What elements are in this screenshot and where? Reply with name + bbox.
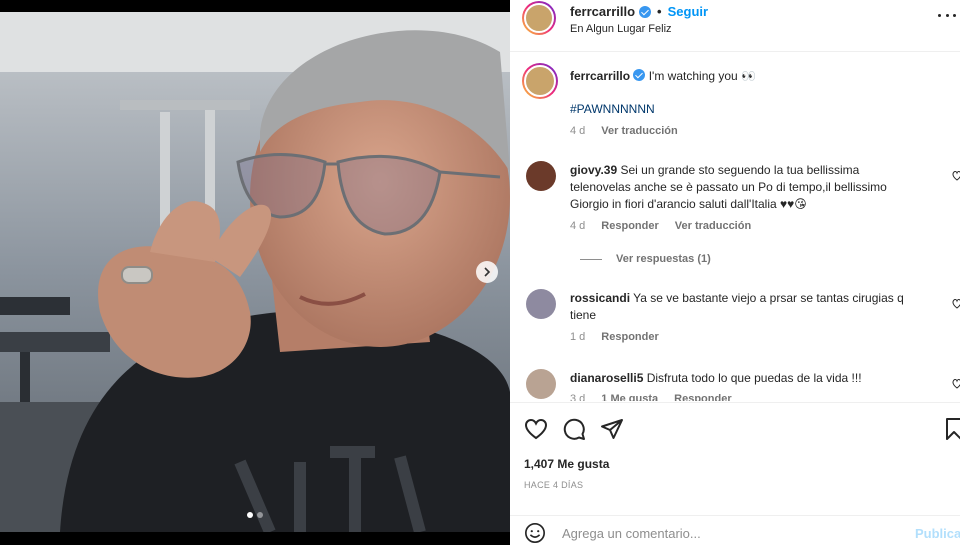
next-slide-button[interactable] [476, 261, 498, 283]
heart-icon[interactable] [524, 417, 548, 441]
smiley-icon[interactable] [524, 522, 546, 544]
comment-time[interactable]: 3 d [570, 393, 585, 401]
comment-text: Disfruta todo lo que puedas de la vida !… [646, 371, 862, 385]
add-comment-bar: Publicar [510, 515, 960, 545]
post-sidebar: ferrcarrillo • Seguir En Algun Lugar Fel… [510, 0, 960, 545]
verified-badge-icon [639, 5, 652, 18]
publish-button[interactable]: Publicar [915, 526, 960, 541]
post-actions [510, 402, 960, 454]
bookmark-icon[interactable] [942, 417, 960, 441]
chevron-right-icon [484, 267, 491, 277]
caption-meta: 4 d Ver traducción [570, 125, 678, 137]
reply-button[interactable]: Responder [674, 393, 731, 401]
comment-username[interactable]: dianaroselli5 [570, 371, 643, 385]
comment-meta: 1 d Responder [570, 331, 659, 343]
caption-hashtag[interactable]: #PAWNNNNNN [570, 101, 930, 118]
comment-icon[interactable] [562, 417, 586, 441]
comment-meta: 3 d 1 Me gusta Responder [570, 393, 732, 401]
post-media [0, 0, 510, 545]
reply-button[interactable]: Responder [601, 220, 658, 232]
caption-avatar[interactable] [522, 63, 558, 99]
post-photo[interactable] [0, 12, 510, 532]
comment-like-icon[interactable] [952, 377, 960, 389]
translate-link[interactable]: Ver traducción [675, 220, 751, 232]
comment-text-row: rossicandi Ya se ve bastante viejo a prs… [570, 290, 920, 324]
carousel-dots [0, 512, 510, 518]
paper-plane-icon[interactable] [600, 417, 624, 441]
comment-meta: 4 d Responder Ver traducción [570, 220, 751, 232]
post-location[interactable]: En Algun Lugar Feliz [570, 23, 672, 35]
comment-likes[interactable]: 1 Me gusta [601, 393, 658, 401]
verified-badge-icon [633, 69, 646, 81]
likes-count[interactable]: 1,407 Me gusta [524, 457, 609, 471]
comment-input[interactable] [562, 523, 892, 543]
post-date[interactable]: HACE 4 DÍAS [524, 480, 583, 490]
commenter-avatar[interactable] [526, 289, 556, 319]
caption-translate-link[interactable]: Ver traducción [601, 125, 677, 137]
comment-time[interactable]: 1 d [570, 331, 585, 343]
more-options-icon[interactable] [938, 8, 956, 22]
author-avatar[interactable] [522, 1, 556, 35]
comment-text: Sei un grande sto seguendo la tua bellis… [570, 163, 887, 211]
caption-text: I'm watching you 👀 [648, 69, 756, 83]
comment-username[interactable]: giovy.39 [570, 163, 617, 177]
selfie-illustration [0, 12, 510, 532]
view-replies-button[interactable]: Ver respuestas (1) [580, 253, 711, 265]
comment-like-icon[interactable] [952, 169, 960, 181]
comment-like-icon[interactable] [952, 297, 960, 309]
comment-text-row: giovy.39 Sei un grande sto seguendo la t… [570, 162, 920, 213]
caption-text-row: ferrcarrillo I'm watching you 👀 [570, 68, 930, 85]
caption-username[interactable]: ferrcarrillo [570, 69, 630, 83]
comment-username[interactable]: rossicandi [570, 291, 630, 305]
author-username[interactable]: ferrcarrillo [570, 4, 635, 19]
comment-time[interactable]: 4 d [570, 220, 585, 232]
post-header: ferrcarrillo • Seguir En Algun Lugar Fel… [510, 0, 960, 52]
commenter-avatar[interactable] [526, 369, 556, 399]
follow-button[interactable]: Seguir [668, 4, 708, 19]
comments-list[interactable]: ferrcarrillo I'm watching you 👀 #PAWNNNN… [510, 53, 960, 401]
carousel-dot-active [247, 512, 253, 518]
separator-dot: • [657, 4, 662, 19]
header-user-row: ferrcarrillo • Seguir [570, 4, 708, 19]
caption-time[interactable]: 4 d [570, 125, 585, 137]
comment-text-row: dianaroselli5 Disfruta todo lo que pueda… [570, 370, 920, 387]
commenter-avatar[interactable] [526, 161, 556, 191]
view-replies-label: Ver respuestas (1) [616, 253, 711, 265]
carousel-dot [257, 512, 263, 518]
reply-button[interactable]: Responder [601, 331, 658, 343]
